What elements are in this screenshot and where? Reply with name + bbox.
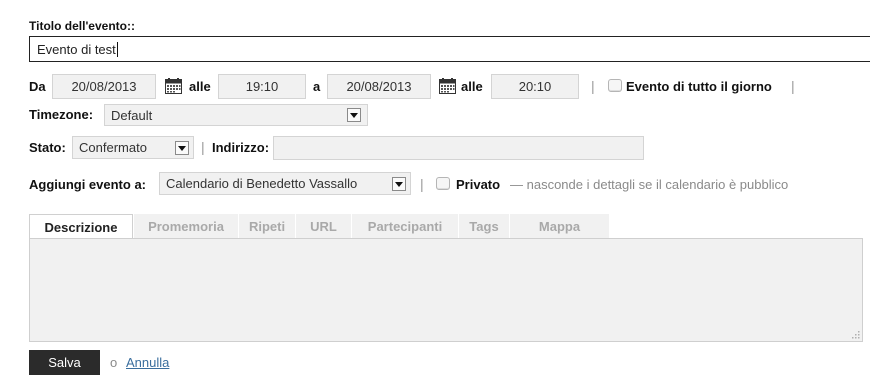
from-date-value: 20/08/2013 bbox=[71, 79, 137, 94]
separator: | bbox=[791, 78, 795, 94]
separator: | bbox=[201, 139, 205, 155]
private-checkbox[interactable] bbox=[436, 177, 450, 190]
tab-tags[interactable]: Tags bbox=[459, 214, 509, 238]
tab-label: URL bbox=[310, 218, 337, 234]
address-input[interactable] bbox=[273, 136, 644, 160]
timezone-label: Timezone: bbox=[29, 107, 94, 122]
all-day-label: Evento di tutto il giorno bbox=[626, 79, 772, 94]
event-title-input[interactable]: Evento di test bbox=[29, 36, 870, 62]
from-time-label: alle bbox=[189, 79, 211, 94]
timezone-select[interactable]: Default bbox=[104, 104, 368, 126]
to-date-value: 20/08/2013 bbox=[346, 79, 412, 94]
private-label: Privato bbox=[456, 177, 501, 192]
to-date-input[interactable]: 20/08/2013 bbox=[327, 74, 431, 99]
timezone-value: Default bbox=[111, 107, 153, 123]
to-time-input[interactable]: 20:10 bbox=[491, 74, 579, 99]
to-time-label: alle bbox=[461, 79, 483, 94]
calendar-select[interactable]: Calendario di Benedetto Vassallo bbox=[159, 172, 411, 195]
save-button[interactable]: Salva bbox=[29, 350, 100, 375]
resize-grip-icon[interactable] bbox=[850, 329, 860, 339]
description-textarea[interactable] bbox=[29, 238, 863, 342]
tab-label: Tags bbox=[469, 218, 499, 234]
chevron-down-icon[interactable] bbox=[175, 141, 189, 155]
or-text: o bbox=[110, 355, 118, 370]
all-day-checkbox[interactable] bbox=[608, 79, 622, 92]
tab-label: Promemoria bbox=[148, 218, 224, 234]
chevron-down-icon[interactable] bbox=[392, 177, 406, 191]
tab-ripeti[interactable]: Ripeti bbox=[239, 214, 295, 238]
to-label: a bbox=[313, 79, 321, 94]
tab-bar: Descrizione Promemoria Ripeti URL Partec… bbox=[29, 214, 863, 239]
from-label: Da bbox=[29, 79, 46, 94]
tab-mappa[interactable]: Mappa bbox=[510, 214, 609, 238]
tab-url[interactable]: URL bbox=[296, 214, 351, 238]
calendar-icon[interactable] bbox=[165, 78, 182, 94]
chevron-down-icon[interactable] bbox=[347, 108, 361, 122]
tab-partecipanti[interactable]: Partecipanti bbox=[352, 214, 458, 238]
event-title-label: Titolo dell'evento:: bbox=[29, 19, 135, 33]
tab-label: Descrizione bbox=[44, 219, 118, 235]
to-time-value: 20:10 bbox=[518, 79, 552, 94]
text-cursor bbox=[116, 41, 118, 57]
address-label: Indirizzo: bbox=[212, 140, 270, 155]
tab-promemoria[interactable]: Promemoria bbox=[134, 214, 238, 238]
tab-label: Mappa bbox=[538, 218, 581, 234]
private-hint: — nasconde i dettagli se il calendario è… bbox=[510, 177, 789, 192]
status-label: Stato: bbox=[29, 140, 66, 155]
cancel-link[interactable]: Annulla bbox=[126, 355, 169, 370]
save-button-label: Salva bbox=[48, 355, 81, 370]
status-value: Confermato bbox=[79, 140, 147, 155]
separator: | bbox=[420, 176, 424, 192]
calendar-icon[interactable] bbox=[439, 78, 456, 94]
calendar-value: Calendario di Benedetto Vassallo bbox=[166, 176, 358, 191]
from-time-value: 19:10 bbox=[245, 79, 279, 94]
tab-label: Ripeti bbox=[248, 218, 286, 234]
from-date-input[interactable]: 20/08/2013 bbox=[52, 74, 156, 99]
tab-descrizione[interactable]: Descrizione bbox=[29, 214, 133, 239]
from-time-input[interactable]: 19:10 bbox=[218, 74, 306, 99]
separator: | bbox=[591, 78, 595, 94]
status-select[interactable]: Confermato bbox=[72, 136, 194, 159]
event-title-value: Evento di test bbox=[37, 41, 116, 57]
calendar-label: Aggiungi evento a: bbox=[29, 177, 146, 192]
tab-label: Partecipanti bbox=[367, 218, 443, 234]
